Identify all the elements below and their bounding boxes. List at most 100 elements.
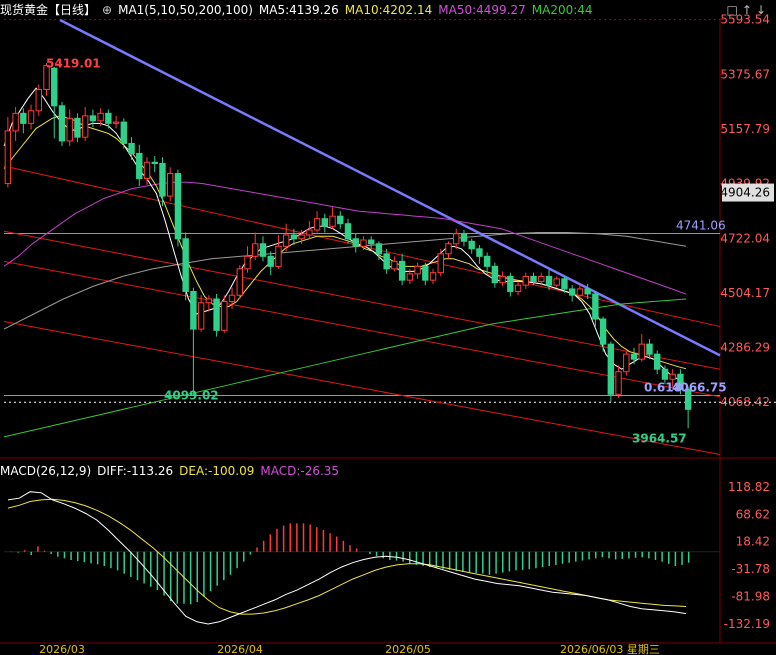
candle-body: [275, 245, 282, 267]
candle-body: [151, 161, 158, 165]
price-axis-label: 4722.04: [720, 231, 770, 245]
candle-body: [66, 117, 73, 142]
price-chart[interactable]: 5593.545375.675157.794939.924722.044504.…: [0, 0, 776, 655]
candle-body: [383, 253, 390, 270]
window-controls[interactable]: □↑↓: [727, 3, 770, 17]
date-axis-label: 2026/05: [385, 643, 431, 655]
candle-body: [51, 67, 58, 107]
candle-body: [499, 275, 506, 284]
ma200-value: MA200:44: [531, 3, 593, 17]
candle-body: [453, 233, 460, 245]
chart-header: 现货黄金【日线】 ⊕ MA1(5,10,50,200,100) MA5:4139.26…: [0, 0, 720, 20]
candle-body: [669, 373, 676, 380]
candle-body: [584, 288, 591, 295]
candle-body: [174, 173, 182, 240]
candle-body: [654, 353, 661, 370]
candle-body: [398, 260, 406, 281]
candle-body: [367, 239, 375, 245]
candle-body: [159, 163, 166, 197]
candle-body: [205, 298, 213, 304]
candle-body: [35, 88, 42, 112]
candle-body: [27, 110, 35, 124]
candle-body: [81, 115, 89, 138]
candle-body: [197, 302, 205, 330]
ma10-value: MA10:4202.14: [344, 3, 433, 17]
macd-axis-label: 68.62: [736, 507, 770, 521]
candle-body: [530, 275, 537, 282]
candle-body: [406, 273, 414, 281]
price-axis-label: 5375.67: [720, 67, 770, 81]
candle-body: [236, 268, 243, 296]
ma-group-label[interactable]: MA1(5,10,50,200,100): [118, 3, 253, 17]
candle-body: [20, 112, 27, 124]
candle-body: [607, 343, 615, 395]
candle-body: [166, 173, 174, 197]
candle-body: [12, 112, 19, 132]
candle-body: [221, 300, 228, 331]
candle-body: [213, 298, 220, 331]
candle-body: [112, 121, 120, 124]
candle-body: [599, 318, 607, 345]
candle-body: [414, 265, 421, 275]
instrument-name: 现货黄金: [0, 3, 49, 17]
settings-icon[interactable]: ⊕: [102, 3, 112, 17]
macd-value: MACD:-26.35: [260, 464, 340, 478]
ma-tag-label: 4904.26: [720, 186, 770, 200]
dea-line: [7, 498, 687, 615]
macd-name[interactable]: MACD(26,12,9): [0, 464, 91, 478]
date-axis-label: 2026/04: [217, 643, 263, 655]
ma200-line: [3, 298, 687, 438]
candle-body: [128, 142, 135, 154]
candle-body: [437, 253, 444, 274]
candle-body: [422, 265, 429, 281]
candle-body: [375, 243, 383, 255]
macd-axis-label: -31.78: [731, 562, 770, 576]
candle-body: [553, 278, 560, 286]
candle-body: [592, 293, 599, 320]
ma5-value: MA5:4139.26: [258, 3, 339, 17]
candle-body: [638, 343, 645, 360]
period-tag[interactable]: 【日线】: [48, 3, 96, 17]
candle-body: [190, 290, 197, 330]
candle-body: [460, 233, 468, 242]
price-axis-label: 4504.17: [720, 286, 770, 300]
date-axis-label: 2026/03: [39, 643, 85, 655]
candle-body: [615, 371, 622, 395]
candle-body: [97, 112, 104, 122]
hline-value-label: 4741.06: [676, 218, 726, 232]
candle-body: [561, 278, 568, 290]
candle-body: [290, 234, 298, 240]
candle-body: [58, 105, 66, 142]
candle-body: [445, 243, 452, 255]
macd-axis-label: 118.82: [728, 480, 770, 494]
candle-body: [321, 218, 329, 227]
candle-body: [120, 121, 128, 144]
candle-body: [483, 255, 491, 267]
fib-value-label: 4066.75: [672, 381, 727, 395]
macd-axis-label: -81.98: [731, 590, 770, 604]
candle-body: [630, 353, 638, 360]
candle-body: [313, 218, 321, 231]
candle-body: [267, 255, 274, 267]
diff-line: [7, 491, 687, 625]
candle-body: [105, 112, 112, 124]
candle-body: [136, 152, 143, 180]
candle-body: [329, 215, 336, 227]
ma50-value: MA50:4499.27: [438, 3, 526, 17]
candle-body: [522, 275, 530, 286]
candle-body: [182, 238, 189, 292]
macd-dea: DEA:-100.09: [179, 464, 255, 478]
macd-diff: DIFF:-113.26: [97, 464, 174, 478]
candle-body: [507, 275, 514, 292]
candle-body: [545, 275, 553, 286]
candle-body: [661, 368, 669, 380]
candle-body: [244, 255, 251, 270]
candle-body: [337, 215, 344, 225]
macd-header: MACD(26,12,9) DIFF:-113.26 DEA:-100.09 MACD…: [0, 462, 345, 480]
candle-body: [282, 234, 290, 247]
candle-body: [646, 343, 653, 355]
candle-body: [576, 288, 584, 296]
candle-body: [252, 243, 259, 257]
candle-body: [352, 238, 359, 247]
price-axis-label: 4286.29: [720, 341, 770, 355]
